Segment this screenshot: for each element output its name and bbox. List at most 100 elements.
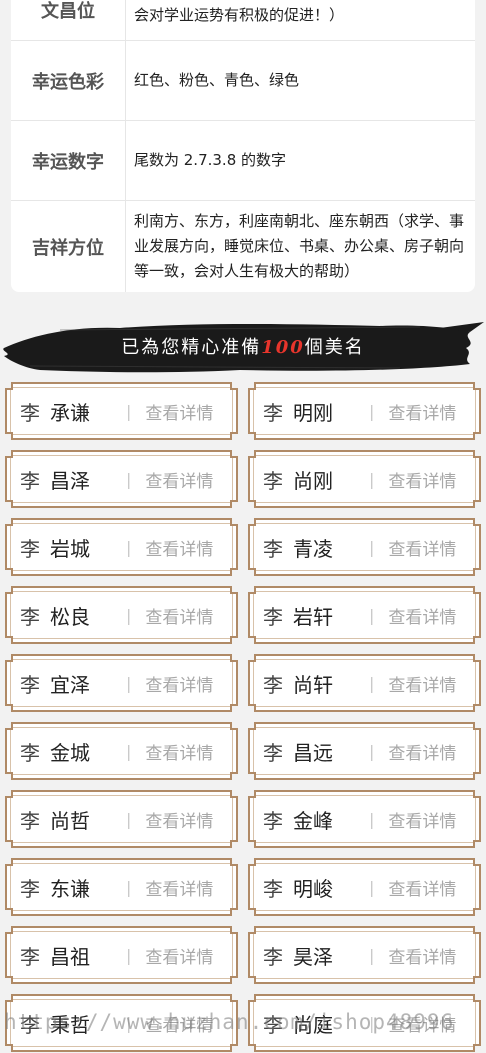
name-card[interactable]: 李金峰 | 查看详情	[248, 790, 481, 848]
view-details-link[interactable]: 查看详情	[145, 875, 213, 900]
view-details-link[interactable]: 查看详情	[388, 399, 456, 424]
given-name: 岩轩	[293, 604, 333, 629]
name-card[interactable]: 李昌远 | 查看详情	[248, 722, 481, 780]
card-corner-ornament	[248, 382, 256, 390]
surname: 李	[20, 536, 40, 561]
card-corner-ornament	[473, 382, 481, 390]
view-details-link[interactable]: 查看详情	[388, 603, 456, 628]
card-corner-ornament	[248, 908, 256, 916]
card-corner-ornament	[473, 908, 481, 916]
view-details-link[interactable]: 查看详情	[145, 603, 213, 628]
name-card[interactable]: 李承谦 | 查看详情	[5, 382, 238, 440]
name-card[interactable]: 李尚轩 | 查看详情	[248, 654, 481, 712]
given-name: 岩城	[50, 536, 90, 561]
info-row-lucky-direction: 吉祥方位 利南方、东方，利座南朝北、座东朝西（求学、事业发展方向，睡觉床位、书桌…	[11, 201, 475, 292]
card-corner-ornament	[230, 790, 238, 798]
view-details-link[interactable]: 查看详情	[145, 943, 213, 968]
card-corner-ornament	[230, 586, 238, 594]
separator: |	[369, 809, 375, 829]
card-corner-ornament	[473, 976, 481, 984]
card-corner-ornament	[230, 568, 238, 576]
view-details-link[interactable]: 查看详情	[145, 467, 213, 492]
name-card[interactable]: 李金城 | 查看详情	[5, 722, 238, 780]
card-corner-ornament	[248, 926, 256, 934]
name-card[interactable]: 李岩轩 | 查看详情	[248, 586, 481, 644]
surname: 李	[263, 876, 283, 901]
card-corner-ornament	[5, 382, 13, 390]
card-corner-ornament	[230, 432, 238, 440]
info-row-wenchang: 文昌位 会对学业运势有积极的促进！）	[11, 0, 475, 41]
card-corner-ornament	[248, 654, 256, 662]
info-label: 幸运色彩	[11, 41, 126, 120]
surname: 李	[20, 876, 40, 901]
name-card[interactable]: 李明刚 | 查看详情	[248, 382, 481, 440]
card-corner-ornament	[473, 840, 481, 848]
card-corner-ornament	[5, 568, 13, 576]
view-details-link[interactable]: 查看详情	[145, 807, 213, 832]
name-card[interactable]: 李昌泽 | 查看详情	[5, 450, 238, 508]
card-corner-ornament	[248, 790, 256, 798]
info-row-lucky-color: 幸运色彩 红色、粉色、青色、绿色	[11, 41, 475, 121]
card-corner-ornament	[473, 518, 481, 526]
view-details-link[interactable]: 查看详情	[388, 671, 456, 696]
info-label: 幸运数字	[11, 121, 126, 200]
surname: 李	[263, 604, 283, 629]
separator: |	[126, 741, 132, 761]
name-card[interactable]: 李昌祖 | 查看详情	[5, 926, 238, 984]
surname: 李	[20, 808, 40, 833]
given-name: 明刚	[293, 400, 333, 425]
card-corner-ornament	[230, 450, 238, 458]
card-corner-ornament	[5, 500, 13, 508]
card-corner-ornament	[473, 722, 481, 730]
given-name: 东谦	[50, 876, 90, 901]
card-corner-ornament	[248, 586, 256, 594]
card-corner-ornament	[230, 772, 238, 780]
given-name: 尚哲	[50, 808, 90, 833]
card-corner-ornament	[473, 450, 481, 458]
name-card[interactable]: 李青凌 | 查看详情	[248, 518, 481, 576]
card-corner-ornament	[473, 1044, 481, 1052]
view-details-link[interactable]: 查看详情	[388, 807, 456, 832]
name-card[interactable]: 李松良 | 查看详情	[5, 586, 238, 644]
card-corner-ornament	[473, 926, 481, 934]
view-details-link[interactable]: 查看详情	[388, 739, 456, 764]
card-corner-ornament	[248, 450, 256, 458]
name-card[interactable]: 李东谦 | 查看详情	[5, 858, 238, 916]
card-corner-ornament	[5, 790, 13, 798]
view-details-link[interactable]: 查看详情	[388, 875, 456, 900]
surname: 李	[20, 740, 40, 765]
given-name: 金峰	[293, 808, 333, 833]
name-card[interactable]: 李明峻 | 查看详情	[248, 858, 481, 916]
card-corner-ornament	[5, 586, 13, 594]
card-corner-ornament	[5, 722, 13, 730]
view-details-link[interactable]: 查看详情	[388, 467, 456, 492]
card-corner-ornament	[248, 994, 256, 1002]
info-value: 利南方、东方，利座南朝北、座东朝西（求学、事业发展方向，睡觉床位、书桌、办公桌、…	[134, 212, 465, 280]
view-details-link[interactable]: 查看详情	[145, 671, 213, 696]
names-banner: 已為您精心准備100個美名	[0, 318, 486, 376]
view-details-link[interactable]: 查看详情	[145, 535, 213, 560]
name-card[interactable]: 李尚刚 | 查看详情	[248, 450, 481, 508]
separator: |	[369, 537, 375, 557]
card-corner-ornament	[248, 976, 256, 984]
info-value: 会对学业运势有积极的促进！）	[134, 6, 345, 24]
card-corner-ornament	[248, 772, 256, 780]
surname: 李	[263, 468, 283, 493]
surname: 李	[20, 944, 40, 969]
view-details-link[interactable]: 查看详情	[388, 943, 456, 968]
name-card[interactable]: 李岩城 | 查看详情	[5, 518, 238, 576]
view-details-link[interactable]: 查看详情	[145, 399, 213, 424]
view-details-link[interactable]: 查看详情	[388, 535, 456, 560]
name-card[interactable]: 李尚哲 | 查看详情	[5, 790, 238, 848]
card-corner-ornament	[248, 500, 256, 508]
card-corner-ornament	[248, 704, 256, 712]
card-corner-ornament	[248, 858, 256, 866]
card-corner-ornament	[5, 1044, 13, 1052]
view-details-link[interactable]: 查看详情	[145, 739, 213, 764]
surname: 李	[20, 604, 40, 629]
name-card[interactable]: 李宜泽 | 查看详情	[5, 654, 238, 712]
card-corner-ornament	[5, 704, 13, 712]
card-corner-ornament	[473, 500, 481, 508]
card-corner-ornament	[473, 772, 481, 780]
name-card[interactable]: 李昊泽 | 查看详情	[248, 926, 481, 984]
